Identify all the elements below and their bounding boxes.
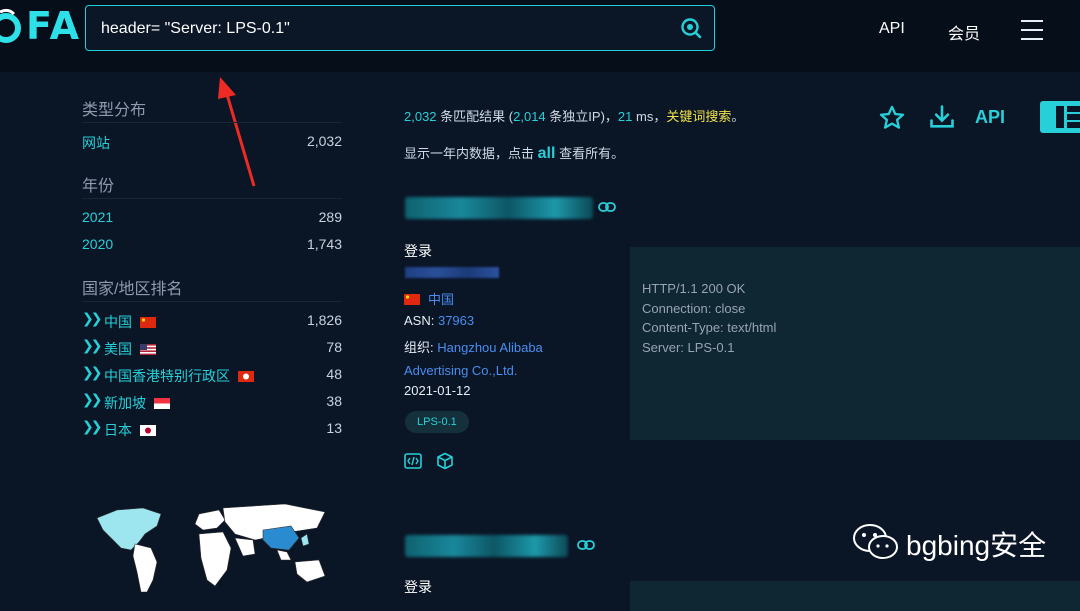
country-row-hongkong[interactable]: ❯❯ 中国香港特别行政区 48: [82, 362, 342, 389]
banner-line: Server: LPS-0.1: [642, 339, 735, 355]
nav-api-link[interactable]: API: [879, 20, 905, 38]
unique-ip-count: 2,014: [513, 109, 546, 124]
show-all-link[interactable]: all: [538, 145, 556, 162]
double-chevron-right-icon: ❯❯: [82, 391, 103, 407]
banner-line: Connection: close: [642, 300, 746, 316]
response-banner: HTTP/1.1 200 OK Connection: close Conten…: [630, 247, 1080, 440]
result-country[interactable]: 中国: [404, 289, 454, 308]
usa-flag-icon: [139, 344, 156, 355]
country-label[interactable]: 新加坡: [104, 395, 146, 411]
country-count: 78: [326, 339, 342, 355]
result-summary: 2,032 条匹配结果 (2,014 条独立IP)，21 ms，关键词搜索。: [404, 109, 745, 124]
result-date: 2021-01-12: [404, 383, 471, 398]
country-label[interactable]: 美国: [104, 341, 132, 357]
host-link-redacted[interactable]: [405, 535, 568, 557]
logo[interactable]: FA: [0, 4, 81, 48]
country-count: 38: [326, 393, 342, 409]
double-chevron-right-icon: ❯❯: [82, 418, 103, 434]
result-org: 组织: Hangzhou Alibaba Advertising Co.,Ltd…: [404, 340, 543, 378]
type-label[interactable]: 网站: [82, 133, 110, 153]
year-count: 289: [318, 209, 342, 225]
star-icon[interactable]: [878, 104, 906, 132]
singapore-flag-icon: [153, 398, 170, 409]
api-export-link[interactable]: API: [975, 107, 1005, 128]
year-row-2020[interactable]: 2020 1,743: [82, 232, 342, 259]
country-count: 48: [326, 366, 342, 382]
world-map[interactable]: [95, 500, 330, 592]
search-icon[interactable]: [680, 17, 702, 44]
country-label[interactable]: 日本: [104, 422, 132, 438]
cube-icon[interactable]: [436, 452, 454, 470]
country-count: 1,826: [306, 312, 342, 328]
code-icon[interactable]: [404, 452, 422, 470]
year-title: 年份: [82, 178, 115, 195]
banner-line: HTTP/1.1 200 OK: [642, 281, 746, 296]
product-tag[interactable]: LPS-0.1: [405, 411, 469, 433]
china-flag-icon: [404, 294, 420, 305]
ip-address-redacted[interactable]: [405, 267, 499, 278]
keyword-search-link[interactable]: 关键词搜索: [666, 109, 731, 124]
search-query-text[interactable]: header= "Server: LPS-0.1": [101, 20, 290, 38]
download-icon[interactable]: [928, 103, 956, 131]
japan-flag-icon: [139, 425, 156, 436]
result-title: 登录: [404, 243, 432, 259]
list-view-icon: [1056, 106, 1080, 128]
year-row-2021[interactable]: 2021 289: [82, 205, 342, 232]
type-count: 2,032: [306, 133, 342, 149]
result-asn: ASN: 37963: [404, 313, 475, 328]
link-icon[interactable]: [577, 540, 595, 550]
country-label[interactable]: 中国: [104, 314, 132, 330]
nav-member-link[interactable]: 会员: [948, 20, 980, 44]
double-chevron-right-icon: ❯❯: [82, 337, 103, 353]
watermark-text: bgbing安全: [906, 530, 1047, 561]
country-ranking-title: 国家/地区排名: [82, 281, 183, 298]
double-chevron-right-icon: ❯❯: [82, 310, 103, 326]
filter-sidebar: 类型分布 网站 2,032 年份 2021 289 2020 1,743 国家/…: [82, 96, 342, 443]
banner-line: Content-Type: text/html: [642, 320, 777, 336]
host-link-redacted[interactable]: [405, 197, 593, 219]
year-label[interactable]: 2020: [82, 236, 113, 252]
wechat-icon: [853, 524, 898, 559]
total-count: 2,032: [404, 109, 437, 124]
asn-link[interactable]: 37963: [438, 313, 474, 328]
logo-mark-icon: [0, 8, 21, 43]
top-bar: FA header= "Server: LPS-0.1" API 会员: [0, 0, 1080, 72]
year-label[interactable]: 2021: [82, 209, 113, 225]
query-time: 21: [617, 109, 633, 124]
country-row-china[interactable]: ❯❯ 中国 1,826: [82, 308, 342, 335]
hamburger-menu-icon[interactable]: [1021, 20, 1043, 47]
type-distribution-title: 类型分布: [82, 102, 147, 119]
response-banner: [630, 581, 1080, 611]
search-input[interactable]: header= "Server: LPS-0.1": [85, 5, 715, 51]
result-title: 登录: [404, 579, 432, 595]
hongkong-flag-icon: [237, 371, 254, 382]
country-count: 13: [326, 420, 342, 436]
logo-text: FA: [26, 4, 82, 48]
china-flag-icon: [139, 317, 156, 328]
time-range-note: 显示一年内数据，点击 all 查看所有。: [404, 145, 625, 162]
link-icon[interactable]: [598, 202, 616, 212]
type-row-website[interactable]: 网站 2,032: [82, 129, 342, 156]
double-chevron-right-icon: ❯❯: [82, 364, 103, 380]
country-label[interactable]: 中国香港特别行政区: [104, 368, 230, 384]
year-count: 1,743: [306, 236, 342, 252]
country-row-japan[interactable]: ❯❯ 日本 13: [82, 416, 342, 443]
country-row-singapore[interactable]: ❯❯ 新加坡 38: [82, 389, 342, 416]
view-toggle-button[interactable]: [1040, 101, 1080, 133]
country-row-usa[interactable]: ❯❯ 美国 78: [82, 335, 342, 362]
